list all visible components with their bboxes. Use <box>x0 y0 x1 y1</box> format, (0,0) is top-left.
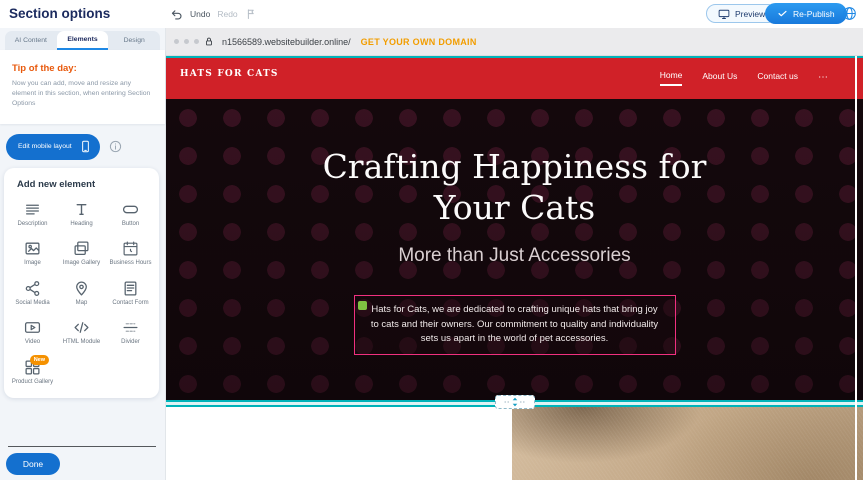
site-header[interactable]: HATS FOR CATS Home About Us Contact us ⋯ <box>166 56 863 99</box>
page-title: Section options <box>9 6 110 21</box>
video-icon <box>24 319 41 336</box>
hero-subtitle[interactable]: More than Just Accessories <box>166 245 863 267</box>
contact-form-icon <box>122 280 139 297</box>
element-drag-handle-icon[interactable] <box>358 301 367 310</box>
social-media-icon <box>24 280 41 297</box>
info-icon[interactable] <box>109 140 122 153</box>
description-icon <box>24 201 41 218</box>
map-icon <box>73 280 90 297</box>
lock-icon <box>204 36 214 47</box>
section-top-boundary <box>166 56 863 58</box>
sidebar-tabs: AI Content Elements Design <box>5 31 160 50</box>
element-item-social-media[interactable]: Social Media <box>8 280 57 308</box>
edit-mobile-label: Edit mobile layout <box>18 143 72 150</box>
business-hours-icon <box>122 240 139 257</box>
tab-design[interactable]: Design <box>108 31 160 50</box>
browser-bar: n1566589.websitebuilder.online/ GET YOUR… <box>166 28 863 56</box>
html-module-icon <box>73 319 90 336</box>
edit-mobile-layout-button[interactable]: Edit mobile layout <box>6 134 100 160</box>
preview-scrollbar[interactable] <box>855 56 857 480</box>
add-element-panel: Add new element Description Heading Butt… <box>4 168 159 399</box>
element-item-divider[interactable]: Divider <box>106 319 155 347</box>
preview-label: Preview <box>735 9 765 19</box>
element-item-heading[interactable]: Heading <box>57 201 106 229</box>
app-window: Section options Undo Redo Preview Re-Pub… <box>0 0 863 480</box>
redo-label[interactable]: Redo <box>217 9 237 19</box>
browser-dot <box>174 39 179 44</box>
next-section-image <box>512 407 863 480</box>
topbar: Section options Undo Redo Preview Re-Pub… <box>0 0 863 28</box>
element-item-html-module[interactable]: HTML Module <box>57 319 106 347</box>
next-section-blank <box>166 407 512 480</box>
site-url: n1566589.websitebuilder.online/ <box>222 37 351 47</box>
undo-label[interactable]: Undo <box>190 9 210 19</box>
history-controls: Undo Redo <box>170 0 257 28</box>
element-item-image[interactable]: Image <box>8 240 57 268</box>
tab-ai-content[interactable]: AI Content <box>5 31 57 50</box>
republish-button[interactable]: Re-Publish <box>765 3 847 24</box>
monitor-icon <box>718 8 730 20</box>
republish-label: Re-Publish <box>793 9 835 19</box>
tip-body: Now you can add, move and resize any ele… <box>12 79 153 110</box>
edit-mobile-row: Edit mobile layout <box>6 134 157 160</box>
nav-home[interactable]: Home <box>660 70 683 86</box>
hero-body-text: Hats for Cats, we are dedicated to craft… <box>371 304 658 344</box>
sidebar-divider <box>8 446 156 447</box>
browser-dot <box>184 39 189 44</box>
hero-title[interactable]: Crafting Happiness for Your Cats <box>166 99 863 229</box>
resize-arrows-icon <box>502 397 528 407</box>
phone-icon <box>79 140 92 153</box>
hero-section[interactable]: Crafting Happiness for Your Cats More th… <box>166 99 863 400</box>
tip-of-the-day: Tip of the day: Now you can add, move an… <box>0 50 165 124</box>
image-gallery-icon <box>73 240 90 257</box>
element-item-description[interactable]: Description <box>8 201 57 229</box>
element-item-video[interactable]: Video <box>8 319 57 347</box>
nav-more-icon[interactable]: ⋯ <box>818 72 829 83</box>
element-item-button[interactable]: Button <box>106 201 155 229</box>
main-area: n1566589.websitebuilder.online/ GET YOUR… <box>166 28 863 480</box>
flag-icon[interactable] <box>245 8 257 20</box>
site-preview: HATS FOR CATS Home About Us Contact us ⋯… <box>166 56 863 480</box>
language-globe-icon[interactable] <box>842 6 857 21</box>
element-item-business-hours[interactable]: Business Hours <box>106 240 155 268</box>
get-own-domain-link[interactable]: GET YOUR OWN DOMAIN <box>361 37 477 47</box>
selected-text-element[interactable]: Hats for Cats, we are dedicated to craft… <box>354 295 676 355</box>
element-item-map[interactable]: Map <box>57 280 106 308</box>
new-badge: New <box>30 355 49 365</box>
image-icon <box>24 240 41 257</box>
element-item-product-gallery[interactable]: New Product Gallery <box>8 359 57 387</box>
tip-heading: Tip of the day: <box>12 63 153 74</box>
element-item-image-gallery[interactable]: Image Gallery <box>57 240 106 268</box>
check-icon <box>777 8 788 19</box>
section-bottom-boundary <box>166 400 863 407</box>
undo-icon[interactable] <box>170 8 183 21</box>
browser-dot <box>194 39 199 44</box>
element-item-contact-form[interactable]: Contact Form <box>106 280 155 308</box>
heading-icon <box>73 201 90 218</box>
site-logo[interactable]: HATS FOR CATS <box>180 69 279 79</box>
nav-contact-us[interactable]: Contact us <box>757 71 798 85</box>
nav-about-us[interactable]: About Us <box>702 71 737 85</box>
tab-elements[interactable]: Elements <box>57 31 109 50</box>
site-nav: Home About Us Contact us ⋯ <box>660 56 829 99</box>
button-icon <box>122 201 139 218</box>
section-resize-handle[interactable] <box>495 395 535 409</box>
add-element-heading: Add new element <box>17 179 155 190</box>
next-section[interactable] <box>166 407 863 480</box>
element-grid: Description Heading Button Image Image G… <box>8 201 155 387</box>
done-button[interactable]: Done <box>6 453 60 475</box>
sidebar: AI Content Elements Design Tip of the da… <box>0 28 166 480</box>
divider-icon <box>122 319 139 336</box>
